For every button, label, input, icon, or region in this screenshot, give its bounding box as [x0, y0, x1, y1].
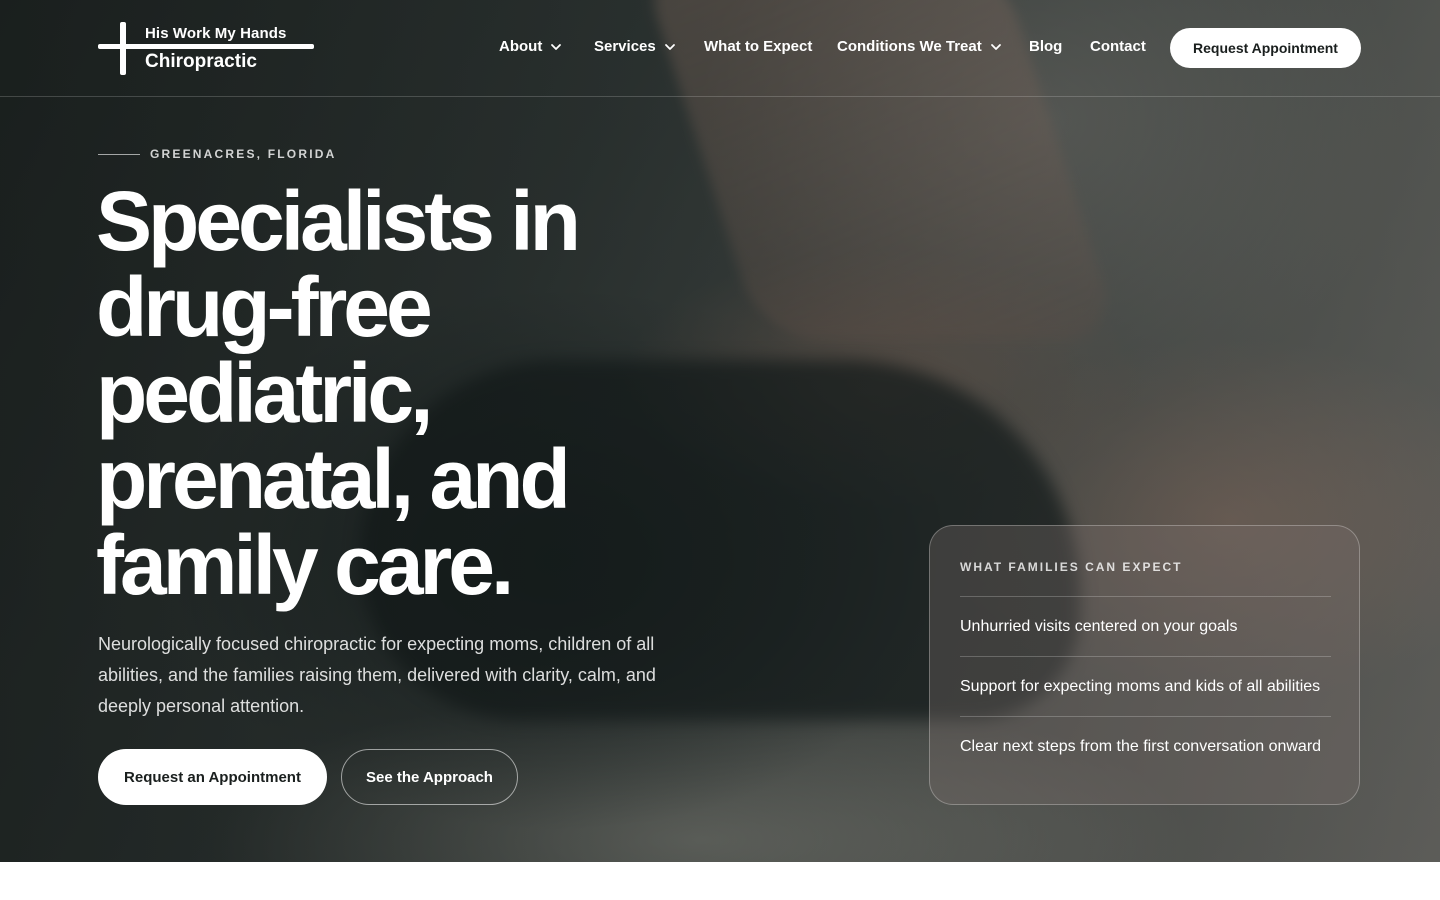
nav-item-about[interactable]: About	[499, 38, 562, 55]
nav-item-label: About	[499, 38, 543, 55]
headline-line: pediatric,	[96, 346, 433, 440]
nav-item-services[interactable]: Services	[594, 38, 676, 55]
nav-item-label: Services	[594, 38, 656, 55]
brand-logo[interactable]: His Work My Hands Chiropractic	[98, 22, 318, 76]
nav-item-label: Contact	[1090, 38, 1146, 55]
list-item: Unhurried visits centered on your goals	[960, 596, 1331, 656]
nav-item-what-to-expect[interactable]: What to Expect	[704, 38, 812, 55]
cross-logo-bar	[98, 44, 314, 49]
expectations-list: Unhurried visits centered on your goals …	[960, 596, 1331, 776]
location-label: GREENACRES, FLORIDA	[150, 147, 337, 161]
card-title: WHAT FAMILIES CAN EXPECT	[960, 560, 1183, 574]
headline-line: family care.	[96, 518, 514, 612]
headline-line: Specialists in	[96, 174, 581, 268]
site-header: His Work My Hands Chiropractic About Ser…	[0, 0, 1440, 97]
nav-item-label: Conditions We Treat	[837, 38, 982, 55]
request-appointment-button[interactable]: Request Appointment	[1170, 28, 1361, 68]
nav-item-label: Blog	[1029, 38, 1063, 55]
hero-description: Neurologically focused chiropractic for …	[98, 634, 656, 716]
request-an-appointment-button[interactable]: Request an Appointment	[98, 749, 327, 805]
eyebrow-divider	[98, 153, 140, 155]
chevron-down-icon	[551, 43, 562, 50]
chevron-down-icon	[664, 43, 675, 50]
nav-item-contact[interactable]: Contact	[1090, 38, 1146, 55]
brand-name-line1: His Work My Hands	[145, 25, 287, 42]
expectations-card: WHAT FAMILIES CAN EXPECT Unhurried visit…	[929, 525, 1360, 805]
list-item: Clear next steps from the first conversa…	[960, 716, 1331, 776]
nav-item-label: What to Expect	[704, 38, 813, 55]
nav-item-blog[interactable]: Blog	[1029, 38, 1062, 55]
headline-line: drug-free	[96, 260, 433, 354]
list-item: Support for expecting moms and kids of a…	[960, 656, 1331, 716]
brand-name-line2: Chiropractic	[145, 51, 257, 72]
hero-section: His Work My Hands Chiropractic About Ser…	[0, 0, 1440, 862]
location-eyebrow: GREENACRES, FLORIDA	[98, 147, 336, 161]
hero-headline: Specialists in drug-free pediatric, pren…	[96, 178, 716, 608]
headline-line: prenatal, and	[96, 432, 571, 526]
nav-item-conditions[interactable]: Conditions We Treat	[837, 38, 1002, 55]
chevron-down-icon	[990, 43, 1001, 50]
see-the-approach-button[interactable]: See the Approach	[341, 749, 518, 805]
